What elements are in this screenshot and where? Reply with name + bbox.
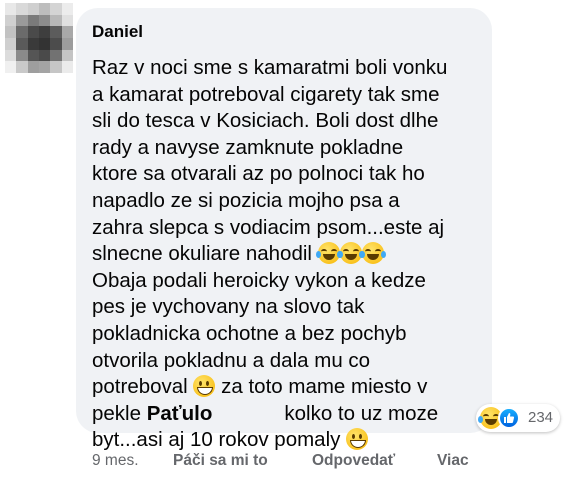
avatar-pixel <box>61 38 73 50</box>
avatar[interactable] <box>5 3 73 73</box>
comment-line: ktore sa otvarali az po polnoci tak ho <box>92 162 425 186</box>
comment-line-text: byt...asi aj 10 rokov pomaly <box>92 428 341 452</box>
comment-line: pes je vychovany na slovo tak <box>92 295 365 319</box>
comment-line-text: slnecne okuliare nahodil <box>92 242 312 266</box>
comment-author[interactable]: Daniel <box>92 22 143 42</box>
comment-line: pokladnicka ochotne a bez pochyb <box>92 321 407 345</box>
avatar-pixel <box>61 61 73 73</box>
avatar-pixel <box>16 14 28 27</box>
avatar-pixel <box>5 26 17 38</box>
more-button[interactable]: Viac <box>437 452 469 470</box>
avatar-pixel <box>5 3 17 15</box>
avatar-pixel <box>27 49 39 62</box>
avatar-pixel <box>27 61 39 73</box>
comment-text: Raz v noci sme s kamaratmi boli vonku a … <box>92 55 492 454</box>
reaction-summary[interactable]: 234 <box>476 404 560 432</box>
comment-line: sli do tesca v Kosiciach. Boli dost dlhe <box>92 109 439 133</box>
avatar-pixel <box>27 38 39 50</box>
avatar-pixel <box>50 26 62 38</box>
comment-line: rady a navyse zamknute pokladne <box>92 135 404 159</box>
grinning-face-icon <box>193 375 216 398</box>
like-icon <box>498 407 520 429</box>
comment-line: zahra slepca s vodiacim psom...este aj <box>92 215 445 239</box>
comment-timestamp[interactable]: 9 mes. <box>92 452 139 470</box>
comment-line: potreboval za toto mame miesto v <box>92 374 492 401</box>
avatar-pixel <box>50 14 62 27</box>
avatar-pixel <box>16 26 28 38</box>
avatar-pixel <box>38 26 51 38</box>
comment-line: napadlo ze si pozicia mojho psa a <box>92 188 400 212</box>
avatar-pixel <box>16 49 28 62</box>
comment-line-text: pekle <box>92 401 142 425</box>
avatar-pixel <box>5 38 17 50</box>
comment-line: otvorila pokladnu a dala mu co <box>92 348 371 372</box>
comment-line: slnecne okuliare nahodil <box>92 241 492 268</box>
avatar-pixel <box>38 49 51 62</box>
mention-link[interactable]: Paťulo <box>147 402 213 425</box>
avatar-pixel <box>61 3 73 15</box>
grinning-face-icon <box>346 428 369 451</box>
avatar-pixel <box>50 3 62 15</box>
avatar-pixel <box>5 49 17 62</box>
avatar-pixel <box>5 14 17 27</box>
avatar-pixel <box>16 38 28 50</box>
comment-line-text: potreboval <box>92 375 188 399</box>
avatar-pixel <box>38 61 51 73</box>
comment-line: byt...asi aj 10 rokov pomaly <box>92 427 492 454</box>
reply-button[interactable]: Odpovedať <box>312 452 395 470</box>
comment-line: a kamarat potreboval cigarety tak sme <box>92 82 440 106</box>
avatar-pixel <box>38 3 51 15</box>
avatar-pixel <box>16 61 28 73</box>
avatar-pixel <box>27 3 39 15</box>
comment-line-text: kolko to uz moze <box>284 401 439 425</box>
avatar-pixel <box>27 14 39 27</box>
avatar-pixel <box>50 38 62 50</box>
comment-line: Raz v noci sme s kamaratmi boli vonku <box>92 56 448 79</box>
comment-line: pekle Paťulo kolko to uz moze <box>92 401 492 428</box>
avatar-pixel <box>16 3 28 15</box>
avatar-pixel <box>61 49 73 62</box>
face-with-tears-of-joy-icon <box>337 242 364 265</box>
avatar-pixel <box>38 38 51 50</box>
face-with-tears-of-joy-icon <box>315 242 342 265</box>
avatar-pixel <box>61 14 73 27</box>
like-button[interactable]: Páči sa mi to <box>173 452 268 470</box>
comment-line-text: za toto mame miesto v <box>221 375 428 399</box>
comment-line: Obaja podali heroicky vykon a kedze <box>92 268 426 292</box>
avatar-pixel <box>5 61 17 73</box>
avatar-pixel <box>50 61 62 73</box>
avatar-pixel <box>50 49 62 62</box>
reaction-count: 234 <box>528 409 554 426</box>
avatar-pixel <box>38 14 51 27</box>
avatar-pixel <box>27 26 39 38</box>
avatar-pixel <box>61 26 73 38</box>
face-with-tears-of-joy-icon <box>359 242 386 265</box>
